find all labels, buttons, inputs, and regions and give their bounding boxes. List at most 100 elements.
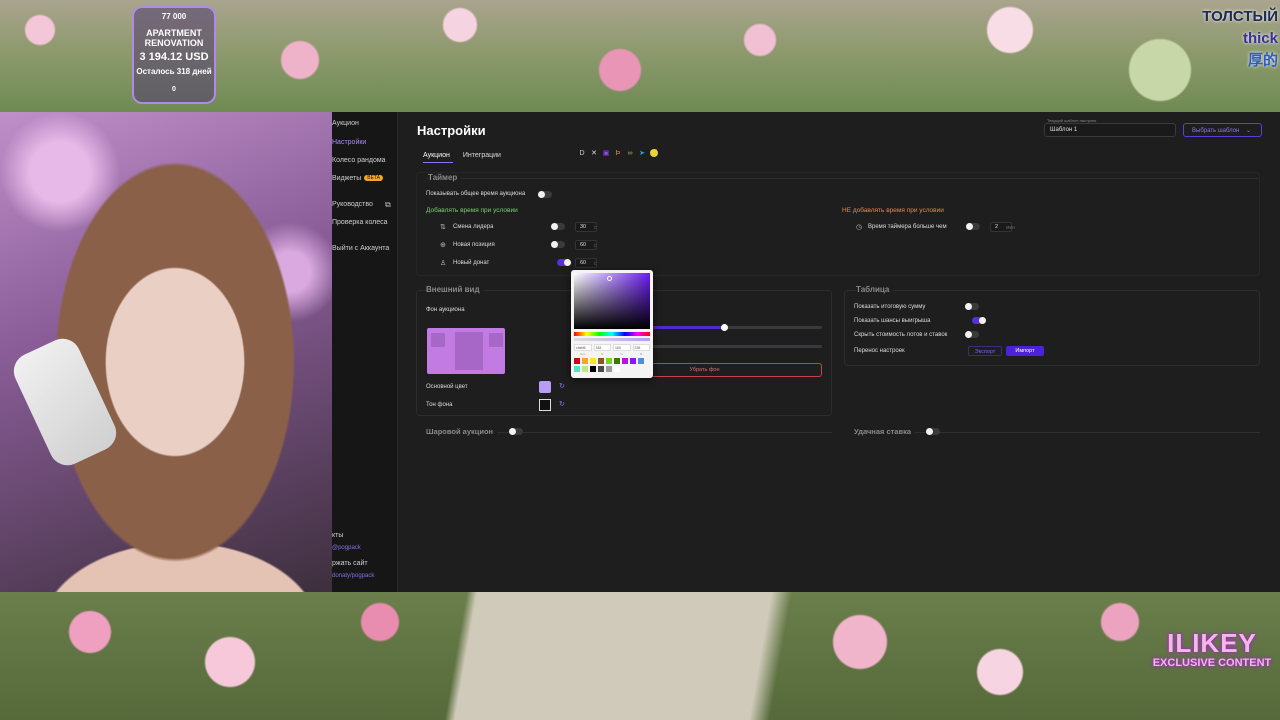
green-input[interactable]: 160: [613, 344, 631, 351]
main-color-label: Основной цвет: [426, 384, 468, 390]
preset-color-swatch[interactable]: [574, 366, 580, 372]
preview-block-center: [455, 332, 483, 370]
select-template-label: Выбрать шаблон: [1192, 128, 1240, 134]
new-position-icon: ⊕: [440, 242, 446, 249]
goal-progress: 0: [172, 86, 176, 93]
preset-color-swatch[interactable]: [622, 358, 628, 364]
timer-greater-toggle[interactable]: [966, 223, 980, 230]
blue-label: B: [640, 352, 643, 356]
main-color-swatch[interactable]: [539, 381, 551, 393]
transfer-settings-label: Перенос настроек: [854, 348, 905, 354]
show-total-time-label: Показывать общее время аукциона: [426, 191, 526, 197]
preset-color-swatch[interactable]: [614, 366, 620, 372]
show-total-time-toggle[interactable]: [538, 191, 552, 198]
saturation-value-area[interactable]: [574, 273, 650, 329]
stream-overlay-text: ТОЛСТЫЙ thick 厚的: [1202, 6, 1278, 72]
webcam-feed: [0, 112, 332, 592]
settings-tabs: Аукцион Интеграции: [423, 149, 501, 161]
da-icon: D: [579, 149, 585, 157]
preset-color-swatch[interactable]: [606, 358, 612, 364]
preset-color-swatch[interactable]: [590, 358, 596, 364]
lucky-bet-toggle[interactable]: [926, 428, 940, 435]
goal-amount: 3 194.12 USD: [139, 51, 209, 63]
overlay-line-3: 厚的: [1247, 52, 1278, 69]
reset-main-color-icon[interactable]: ↻: [559, 382, 565, 390]
preset-color-swatch[interactable]: [598, 366, 604, 372]
preset-color-swatch[interactable]: [582, 358, 588, 364]
tab-integrations[interactable]: Интеграции: [463, 152, 501, 159]
hue-slider[interactable]: [574, 332, 650, 336]
donationalerts-icon: ∞: [627, 149, 633, 157]
import-button[interactable]: Импорт: [1006, 346, 1044, 356]
preset-color-swatch[interactable]: [606, 366, 612, 372]
clock-icon: ◷: [856, 224, 863, 231]
sidebar: Аукцион Настройки Колесо рандома Виджеты…: [332, 112, 398, 592]
preset-color-swatch[interactable]: [638, 358, 644, 364]
preset-color-swatch[interactable]: [574, 358, 580, 364]
table-panel: [844, 290, 1260, 366]
leader-change-label: Смена лидера: [453, 224, 494, 230]
bg-slider-2-track: [634, 345, 822, 348]
timer-greater-label: Время таймера больше чем: [868, 224, 947, 230]
x-icon: ✕: [591, 150, 597, 157]
bg-tone-swatch[interactable]: [539, 399, 551, 411]
preset-color-swatch[interactable]: [598, 358, 604, 364]
saturation-handle[interactable]: [607, 276, 612, 281]
preset-color-swatch[interactable]: [590, 366, 596, 372]
external-link-icon: ⧉: [385, 200, 391, 209]
red-input[interactable]: 183: [593, 344, 611, 351]
hide-costs-toggle[interactable]: [965, 331, 979, 338]
sidebar-item-logout[interactable]: Выйти с Аккаунта: [332, 245, 389, 252]
leader-change-toggle[interactable]: [551, 223, 565, 230]
new-donation-icon: ♙: [440, 260, 447, 267]
ball-auction-toggle[interactable]: [509, 428, 523, 435]
leader-change-icon: ⇅: [440, 224, 446, 231]
new-donation-unit: с: [594, 261, 597, 267]
twitch-icon: ▣: [602, 150, 610, 157]
blue-input[interactable]: 235: [632, 344, 650, 351]
contact-link[interactable]: @pogpack: [332, 545, 361, 551]
chevron-down-icon: ⌄: [1246, 128, 1252, 134]
alpha-slider[interactable]: [574, 338, 650, 341]
color-fields: cfabf6 183 160 235: [574, 344, 650, 351]
overlay-line-2: thick: [1242, 30, 1278, 47]
background-preview[interactable]: [427, 328, 505, 374]
new-position-toggle[interactable]: [551, 241, 565, 248]
new-position-label: Новая позиция: [453, 242, 495, 248]
preset-color-swatch[interactable]: [582, 366, 588, 372]
sidebar-item-settings[interactable]: Настройки: [332, 139, 366, 146]
sidebar-item-guide[interactable]: Руководство: [332, 201, 373, 208]
reset-bg-tone-icon[interactable]: ↻: [559, 400, 565, 408]
tab-auction[interactable]: Аукцион: [423, 152, 450, 159]
color-picker-popover: cfabf6 183 160 235 Hex R G B: [571, 270, 653, 378]
beta-badge: BETA: [364, 175, 383, 181]
sidebar-item-widgets[interactable]: Виджеты BETA: [332, 175, 383, 182]
support-link[interactable]: donaty/pogpack: [332, 573, 374, 579]
new-position-unit: с: [594, 243, 597, 249]
show-chances-toggle[interactable]: [972, 317, 986, 324]
sidebar-item-random-wheel[interactable]: Колесо рандома: [332, 157, 386, 164]
goal-remaining: Осталось 318 дней: [136, 67, 212, 76]
auction-bg-label: Фон аукциона: [426, 307, 465, 313]
timer-greater-unit: мин: [1006, 225, 1015, 231]
integration-icons: D ✕ ▣ Þ ∞ ➤ ⚡: [578, 149, 659, 157]
select-template-button[interactable]: Выбрать шаблон ⌄: [1183, 123, 1262, 137]
donation-goal-widget: 77 000 APARTMENT RENOVATION 3 194.12 USD…: [132, 6, 216, 104]
telegram-icon: ➤: [639, 150, 645, 157]
show-total-toggle[interactable]: [965, 303, 979, 310]
logo-line-1: ILIKEY: [1167, 628, 1257, 658]
hide-costs-label: Скрыть стоимость лотов и ставок: [854, 332, 948, 338]
preset-color-swatch[interactable]: [614, 358, 620, 364]
preset-color-swatch[interactable]: [630, 358, 636, 364]
sidebar-contacts-heading: кты: [332, 532, 344, 539]
background-bottom-scenery: [0, 592, 1280, 720]
leader-change-unit: с: [594, 225, 597, 231]
sidebar-item-wheel-check[interactable]: Проверка колеса: [332, 219, 388, 226]
export-button[interactable]: Экспорт: [968, 346, 1002, 356]
sidebar-item-auction[interactable]: Аукцион: [332, 120, 359, 127]
hex-input[interactable]: cfabf6: [574, 344, 592, 351]
table-section-title: Таблица: [856, 285, 894, 294]
donatepay-icon: Þ: [615, 149, 621, 157]
template-name-input[interactable]: Шаблон 1: [1044, 123, 1176, 137]
new-donation-toggle[interactable]: [557, 259, 571, 266]
